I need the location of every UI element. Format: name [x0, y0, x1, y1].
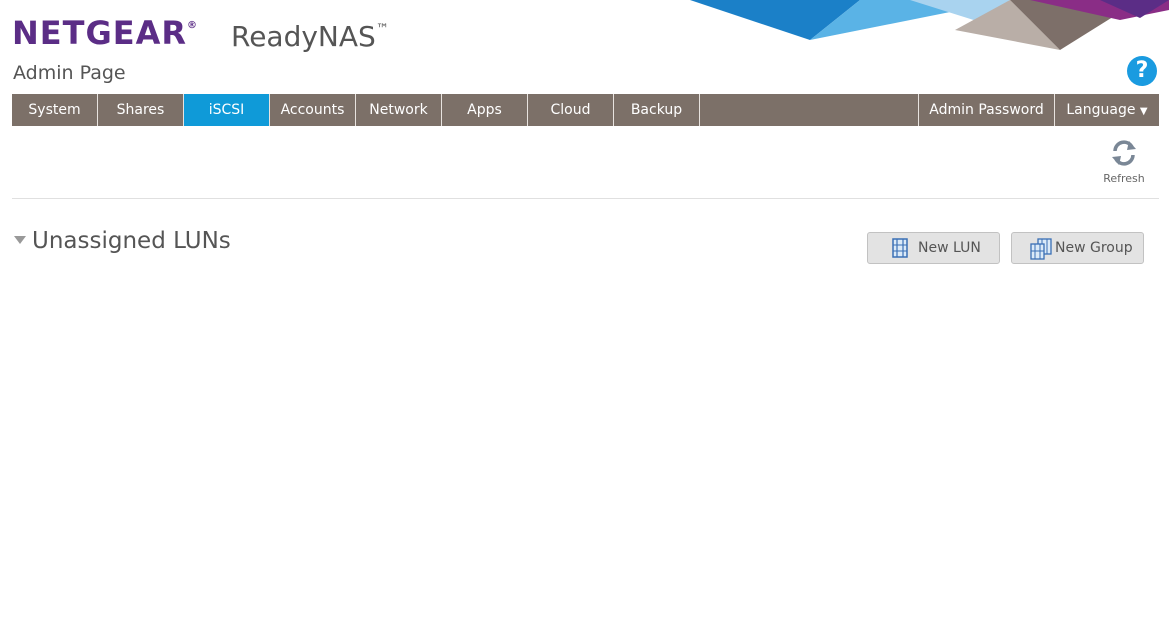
- new-group-button[interactable]: New Group: [1011, 232, 1144, 264]
- caret-down-icon: ▼: [1139, 106, 1148, 117]
- tab-accounts[interactable]: Accounts: [270, 94, 356, 126]
- lun-icon: [892, 238, 908, 258]
- product-name: ReadyNAS™: [231, 20, 389, 53]
- section-header[interactable]: Unassigned LUNs: [14, 228, 231, 254]
- product-name-text: ReadyNAS: [231, 20, 376, 53]
- lun-group-icon: [1030, 238, 1052, 260]
- refresh-label: Refresh: [1103, 172, 1145, 185]
- tab-backup[interactable]: Backup: [614, 94, 700, 126]
- tab-iscsi[interactable]: iSCSI: [184, 94, 270, 126]
- language-label: Language: [1066, 102, 1136, 118]
- admin-password-tab[interactable]: Admin Password: [918, 94, 1055, 126]
- new-lun-button[interactable]: New LUN: [867, 232, 1000, 264]
- registered-mark: ®: [187, 20, 198, 31]
- refresh-button[interactable]: Refresh: [1100, 138, 1148, 185]
- trademark: ™: [375, 22, 389, 37]
- section-title: Unassigned LUNs: [32, 228, 231, 254]
- tab-network[interactable]: Network: [356, 94, 442, 126]
- netgear-logo: NETGEAR®: [12, 14, 198, 52]
- help-icon[interactable]: ?: [1127, 56, 1157, 86]
- tab-shares[interactable]: Shares: [98, 94, 184, 126]
- tab-apps[interactable]: Apps: [442, 94, 528, 126]
- new-lun-label: New LUN: [918, 240, 981, 256]
- tab-system[interactable]: System: [12, 94, 98, 126]
- language-menu[interactable]: Language ▼: [1055, 94, 1159, 126]
- header-banner: [690, 0, 1169, 50]
- page-subtitle: Admin Page: [13, 62, 126, 84]
- new-group-label: New Group: [1055, 240, 1133, 256]
- logo-text: NETGEAR: [12, 14, 187, 52]
- collapse-caret-icon[interactable]: [14, 235, 26, 244]
- divider: [12, 198, 1159, 199]
- refresh-icon: [1112, 140, 1136, 166]
- tab-cloud[interactable]: Cloud: [528, 94, 614, 126]
- main-nav: System Shares iSCSI Accounts Network App…: [12, 94, 1159, 126]
